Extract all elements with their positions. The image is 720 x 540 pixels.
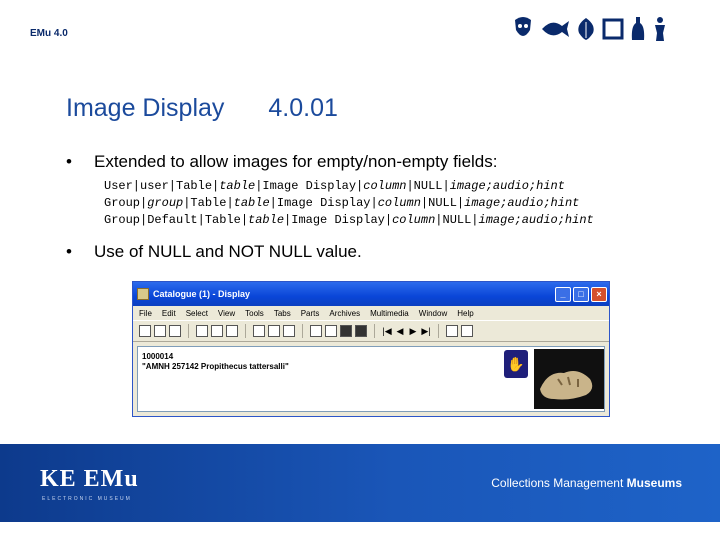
picture-frame-icon [602, 18, 624, 40]
menu-bar: File Edit Select View Tools Tabs Parts A… [133, 306, 609, 320]
open-icon[interactable] [154, 325, 166, 337]
save-icon[interactable] [340, 325, 352, 337]
filter-icon[interactable] [446, 325, 458, 337]
paste-icon[interactable] [211, 325, 223, 337]
stop-hand-icon: ✋ [504, 350, 528, 378]
attach-icon[interactable] [461, 325, 473, 337]
toolbar: |◀ ◀ ▶ ▶| [133, 320, 609, 342]
ke-emu-logo: KE EMu [40, 466, 139, 492]
bullet-text: Extended to allow images for empty/non-e… [94, 152, 498, 171]
menu-window[interactable]: Window [419, 309, 447, 318]
toolbar-separator [374, 324, 375, 338]
logo-subtitle: ELECTRONIC MUSEUM [42, 496, 132, 502]
menu-help[interactable]: Help [457, 309, 473, 318]
new-record-icon[interactable] [139, 325, 151, 337]
detail-view-icon[interactable] [325, 325, 337, 337]
previous-record-icon[interactable]: ◀ [395, 325, 405, 337]
bullet-extended: • Extended to allow images for empty/non… [66, 152, 497, 172]
bullet-dot: • [66, 242, 72, 261]
slide-title: Image Display 4.0.01 [66, 94, 338, 123]
record-id: 1000014 [142, 352, 174, 361]
toolbar-separator [438, 324, 439, 338]
menu-archives[interactable]: Archives [329, 309, 360, 318]
toolbar-separator [245, 324, 246, 338]
menu-multimedia[interactable]: Multimedia [370, 309, 409, 318]
list-view-icon[interactable] [310, 325, 322, 337]
menu-tabs[interactable]: Tabs [274, 309, 291, 318]
figure-icon [652, 16, 668, 42]
code-line: Group|Default|Table|table|Image Display|… [104, 213, 594, 227]
close-button[interactable]: × [591, 286, 607, 302]
record-name: "AMNH 257142 Propithecus tattersalli" [142, 362, 289, 371]
copy-icon[interactable] [196, 325, 208, 337]
catalogue-window: Catalogue (1) - Display _ □ × File Edit … [132, 281, 610, 417]
window-app-icon [137, 288, 149, 300]
menu-edit[interactable]: Edit [162, 309, 176, 318]
code-line: User|user|Table|table|Image Display|colu… [104, 179, 565, 193]
product-label: EMu 4.0 [30, 28, 68, 39]
african-mask-icon [512, 16, 534, 42]
toolbar-separator [188, 324, 189, 338]
menu-parts[interactable]: Parts [301, 309, 320, 318]
menu-select[interactable]: Select [186, 309, 208, 318]
record-summary: 1000014 "AMNH 257142 Propithecus tatters… [142, 352, 289, 372]
record-display-area[interactable]: 1000014 "AMNH 257142 Propithecus tatters… [137, 346, 605, 412]
menu-tools[interactable]: Tools [245, 309, 264, 318]
hand-icon[interactable] [268, 325, 280, 337]
cut-icon[interactable] [226, 325, 238, 337]
window-title: Catalogue (1) - Display [153, 289, 251, 299]
title-text: Image Display [66, 94, 225, 122]
search-icon[interactable] [253, 325, 265, 337]
code-block: User|user|Table|table|Image Display|colu… [104, 178, 594, 229]
footer-banner: KE EMu ELECTRONIC MUSEUM Collections Man… [0, 444, 720, 522]
maximize-button[interactable]: □ [573, 286, 589, 302]
next-record-icon[interactable]: ▶ [408, 325, 418, 337]
header-icon-bar [512, 16, 668, 42]
footer-tagline: Collections Management Museums [491, 476, 682, 490]
last-record-icon[interactable]: ▶| [421, 325, 431, 337]
menu-view[interactable]: View [218, 309, 235, 318]
title-version: 4.0.01 [268, 94, 338, 122]
specimen-image [534, 349, 604, 409]
menu-file[interactable]: File [139, 309, 152, 318]
toolbar-separator [302, 324, 303, 338]
edit-icon[interactable] [283, 325, 295, 337]
leaf-icon [576, 17, 596, 41]
delete-icon[interactable] [169, 325, 181, 337]
window-titlebar[interactable]: Catalogue (1) - Display _ □ × [133, 282, 609, 306]
bottle-icon [630, 16, 646, 42]
minimize-button[interactable]: _ [555, 286, 571, 302]
bullet-dot: • [66, 152, 72, 171]
fish-icon [540, 18, 570, 40]
first-record-icon[interactable]: |◀ [382, 325, 392, 337]
print-icon[interactable] [355, 325, 367, 337]
code-line: Group|group|Table|table|Image Display|co… [104, 196, 580, 210]
bullet-null: • Use of NULL and NOT NULL value. [66, 242, 362, 262]
bullet-text: Use of NULL and NOT NULL value. [94, 242, 362, 261]
